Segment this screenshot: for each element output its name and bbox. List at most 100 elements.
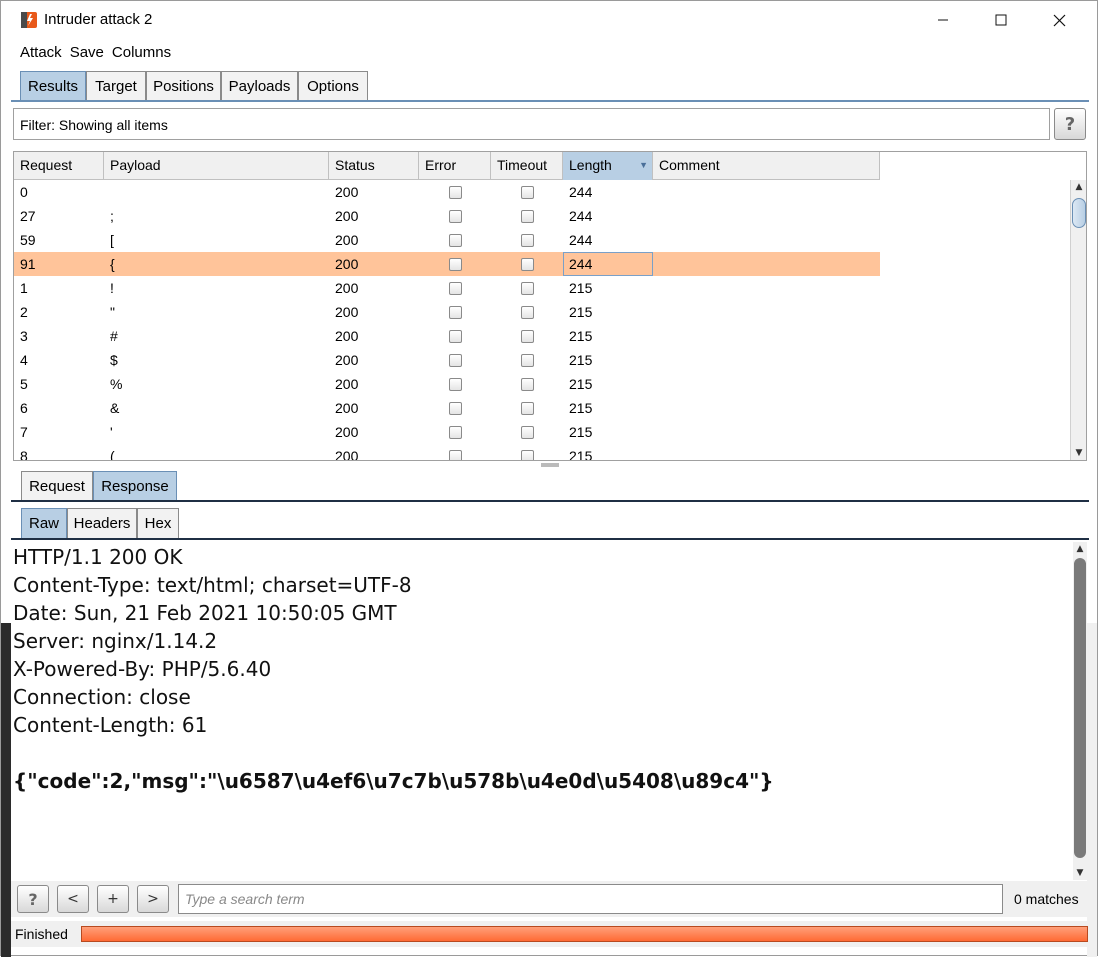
error-checkbox[interactable]	[449, 186, 462, 199]
response-line: Date: Sun, 21 Feb 2021 10:50:05 GMT	[13, 601, 397, 625]
timeout-checkbox[interactable]	[521, 282, 534, 295]
maximize-button[interactable]	[972, 1, 1030, 39]
filter-help-button[interactable]: ?	[1054, 108, 1086, 140]
response-line: Connection: close	[13, 685, 191, 709]
filter-bar[interactable]: Filter: Showing all items	[13, 108, 1050, 140]
minimize-button[interactable]	[914, 1, 972, 39]
error-checkbox[interactable]	[449, 450, 462, 460]
timeout-checkbox[interactable]	[521, 450, 534, 460]
cell-request: 7	[20, 424, 28, 440]
search-bar: ? < + > 0 matches	[11, 881, 1089, 917]
table-row[interactable]: 2 " 200 215	[14, 300, 880, 324]
column-header-payload[interactable]: Payload	[104, 152, 329, 180]
response-line: HTTP/1.1 200 OK	[13, 545, 183, 569]
tab-response[interactable]: Response	[93, 471, 177, 501]
filter-text: Filter: Showing all items	[20, 117, 168, 133]
error-checkbox[interactable]	[449, 426, 462, 439]
tab-request[interactable]: Request	[21, 471, 93, 501]
timeout-checkbox[interactable]	[521, 210, 534, 223]
tab-options[interactable]: Options	[298, 71, 368, 101]
timeout-checkbox[interactable]	[521, 330, 534, 343]
timeout-checkbox[interactable]	[521, 354, 534, 367]
table-row[interactable]: 4 $200 215	[14, 348, 880, 372]
error-checkbox[interactable]	[449, 282, 462, 295]
cell-request: 3	[20, 328, 28, 344]
search-previous-button[interactable]: <	[57, 885, 89, 913]
menu-save[interactable]: Save	[66, 41, 108, 65]
tab-results[interactable]: Results	[20, 71, 86, 101]
error-checkbox[interactable]	[449, 258, 462, 271]
search-input[interactable]	[178, 884, 1003, 914]
search-next-button[interactable]: >	[137, 885, 169, 913]
timeout-checkbox[interactable]	[521, 234, 534, 247]
scroll-down-icon[interactable]: ▼	[1071, 446, 1086, 460]
error-checkbox[interactable]	[449, 306, 462, 319]
error-checkbox[interactable]	[449, 210, 462, 223]
error-checkbox[interactable]	[449, 354, 462, 367]
title-bar[interactable]: Intruder attack 2	[11, 1, 1089, 39]
attack-progress-bar	[81, 926, 1088, 942]
tab-hex[interactable]: Hex	[137, 508, 179, 538]
column-header-timeout[interactable]: Timeout	[491, 152, 563, 180]
error-checkbox[interactable]	[449, 330, 462, 343]
table-row[interactable]: 5% 200 215	[14, 372, 880, 396]
tab-target[interactable]: Target	[86, 71, 146, 101]
table-row[interactable]: 59 [200 244	[14, 228, 880, 252]
scroll-up-icon[interactable]: ▲	[1071, 180, 1086, 194]
cell-payload: %	[110, 376, 123, 392]
menu-columns[interactable]: Columns	[108, 41, 175, 65]
tab-raw[interactable]: Raw	[21, 508, 67, 538]
response-scroll-thumb[interactable]	[1074, 558, 1086, 858]
column-header-length[interactable]: Length ▼	[563, 152, 653, 180]
response-scrollbar[interactable]: ▲ ▼	[1073, 542, 1087, 880]
table-row[interactable]: 0 200 244	[14, 180, 880, 204]
cell-length: 215	[569, 304, 593, 320]
scroll-up-icon[interactable]: ▲	[1073, 542, 1087, 556]
cell-request: 0	[20, 184, 28, 200]
cell-request: 91	[20, 256, 36, 272]
pane-splitter[interactable]	[541, 463, 559, 467]
search-add-button[interactable]: +	[97, 885, 129, 913]
tab-positions[interactable]: Positions	[146, 71, 221, 101]
search-match-count: 0 matches	[1014, 891, 1079, 907]
table-row[interactable]: 27; 200 244	[14, 204, 880, 228]
table-row[interactable]: 3 #200 215	[14, 324, 880, 348]
column-header-error[interactable]: Error	[419, 152, 491, 180]
menu-bar: Attack Save Columns	[11, 41, 1089, 65]
cell-length: 215	[569, 280, 593, 296]
cell-length: 215	[569, 400, 593, 416]
column-header-status[interactable]: Status	[329, 152, 419, 180]
table-scrollbar[interactable]: ▲ ▼	[1070, 180, 1086, 460]
response-viewer[interactable]: HTTP/1.1 200 OK Content-Type: text/html;…	[11, 542, 1087, 880]
table-row[interactable]: 7 ' 200 215	[14, 420, 880, 444]
table-scroll-thumb[interactable]	[1072, 198, 1086, 228]
column-header-request[interactable]: Request	[14, 152, 104, 180]
menu-attack[interactable]: Attack	[11, 41, 66, 65]
scroll-down-icon[interactable]: ▼	[1073, 866, 1087, 880]
close-button[interactable]	[1030, 1, 1088, 39]
timeout-checkbox[interactable]	[521, 258, 534, 271]
column-header-comment[interactable]: Comment	[653, 152, 880, 180]
table-row[interactable]: 6 & 200 215	[14, 396, 880, 420]
status-bar: Finished	[11, 921, 1089, 947]
error-checkbox[interactable]	[449, 402, 462, 415]
timeout-checkbox[interactable]	[521, 426, 534, 439]
table-row[interactable]: 1! 200 215	[14, 276, 880, 300]
timeout-checkbox[interactable]	[521, 306, 534, 319]
tab-payloads[interactable]: Payloads	[221, 71, 298, 101]
error-checkbox[interactable]	[449, 378, 462, 391]
cell-payload: "	[110, 304, 115, 320]
main-tab-strip: Results Target Positions Payloads Option…	[11, 69, 1089, 102]
table-row[interactable]: 8 (200 215	[14, 444, 880, 460]
table-row[interactable]: 91{200 244	[14, 252, 880, 276]
cell-status: 200	[335, 424, 359, 440]
timeout-checkbox[interactable]	[521, 378, 534, 391]
timeout-checkbox[interactable]	[521, 402, 534, 415]
error-checkbox[interactable]	[449, 234, 462, 247]
timeout-checkbox[interactable]	[521, 186, 534, 199]
cell-request: 59	[20, 232, 36, 248]
response-line: Content-Length: 61	[13, 713, 208, 737]
search-help-button[interactable]: ?	[17, 885, 49, 913]
cell-length: 215	[569, 376, 593, 392]
tab-headers[interactable]: Headers	[67, 508, 137, 538]
